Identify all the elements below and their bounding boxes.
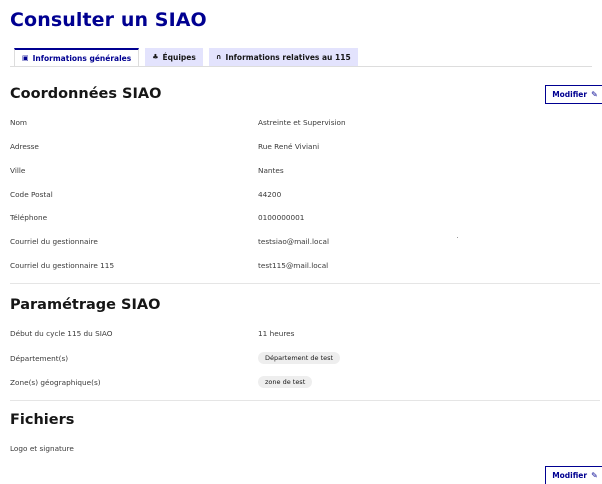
row-label: Logo et signature [10,444,74,453]
row-label: Ville [10,166,26,175]
info-row-departements: Département(s) Département de test [10,352,592,366]
section-title-fichiers: Fichiers [10,412,75,428]
info-row-debut-cycle: Début du cycle 115 du SIAO 11 heures [10,329,592,341]
info-row-adresse: Adresse Rue René Viviani [10,142,592,154]
info-row-ville: Ville Nantes [10,166,592,178]
row-value: Astreinte et Supervision [258,118,346,127]
tab-equipes[interactable]: ♣ Équipes [145,48,203,66]
row-label: Téléphone [10,213,48,222]
tab-label: Informations générales [32,53,132,63]
document-icon: ▣ [22,53,29,62]
row-label: Courriel du gestionnaire 115 [10,261,115,270]
info-row-zones: Zone(s) géographique(s) zone de test [10,376,592,390]
stray-pixel [457,237,458,238]
modifier-label: Modifier [552,90,588,99]
tab-list: ▣ Informations générales ♣ Équipes ∩ Inf… [14,48,358,66]
tab-label: Équipes [162,52,196,62]
row-value: testsiao@mail.local [258,237,330,246]
tab-informations-115[interactable]: ∩ Informations relatives au 115 [208,48,358,66]
row-label: Début du cycle 115 du SIAO [10,329,113,338]
row-value: Département de test [258,352,341,364]
section-title-parametrage: Paramétrage SIAO [10,297,161,313]
info-row-courriel: Courriel du gestionnaire testsiao@mail.l… [10,237,592,249]
tabs-divider [10,66,592,67]
page: Consulter un SIAO ▣ Informations général… [0,0,602,484]
pencil-icon: ✎ [591,471,598,480]
row-label: Zone(s) géographique(s) [10,378,101,387]
headset-icon: ∩ [215,52,222,61]
row-value: 11 heures [258,329,295,338]
row-label: Courriel du gestionnaire [10,237,98,246]
modifier-coordonnees-button[interactable]: Modifier ✎ [545,85,602,104]
section-divider [10,283,600,284]
row-value: 44200 [258,190,282,199]
info-row-logo-signature: Logo et signature [10,444,592,456]
row-value: Nantes [258,166,284,175]
info-row-code-postal: Code Postal 44200 [10,190,592,202]
info-row-courriel-115: Courriel du gestionnaire 115 test115@mai… [10,261,592,273]
tab-label: Informations relatives au 115 [225,52,351,62]
pencil-icon: ✎ [591,90,598,99]
row-value: 0100000001 [258,213,305,222]
row-label: Nom [10,118,28,127]
row-value: Rue René Viviani [258,142,320,151]
zone-badge: zone de test [258,376,313,388]
page-title: Consulter un SIAO [10,9,207,31]
departement-badge: Département de test [258,352,341,364]
modifier-label: Modifier [552,471,588,480]
section-divider [10,400,600,401]
tab-informations-generales[interactable]: ▣ Informations générales [14,48,140,66]
info-row-nom: Nom Astreinte et Supervision [10,118,592,130]
row-value: test115@mail.local [258,261,329,270]
info-row-telephone: Téléphone 0100000001 [10,213,592,225]
row-label: Département(s) [10,354,69,363]
row-label: Code Postal [10,190,53,199]
team-icon: ♣ [152,52,159,61]
section-title-coordonnees: Coordonnées SIAO [10,86,162,102]
modifier-fichiers-button[interactable]: Modifier ✎ [545,466,602,484]
row-value: zone de test [258,376,313,388]
row-label: Adresse [10,142,39,151]
